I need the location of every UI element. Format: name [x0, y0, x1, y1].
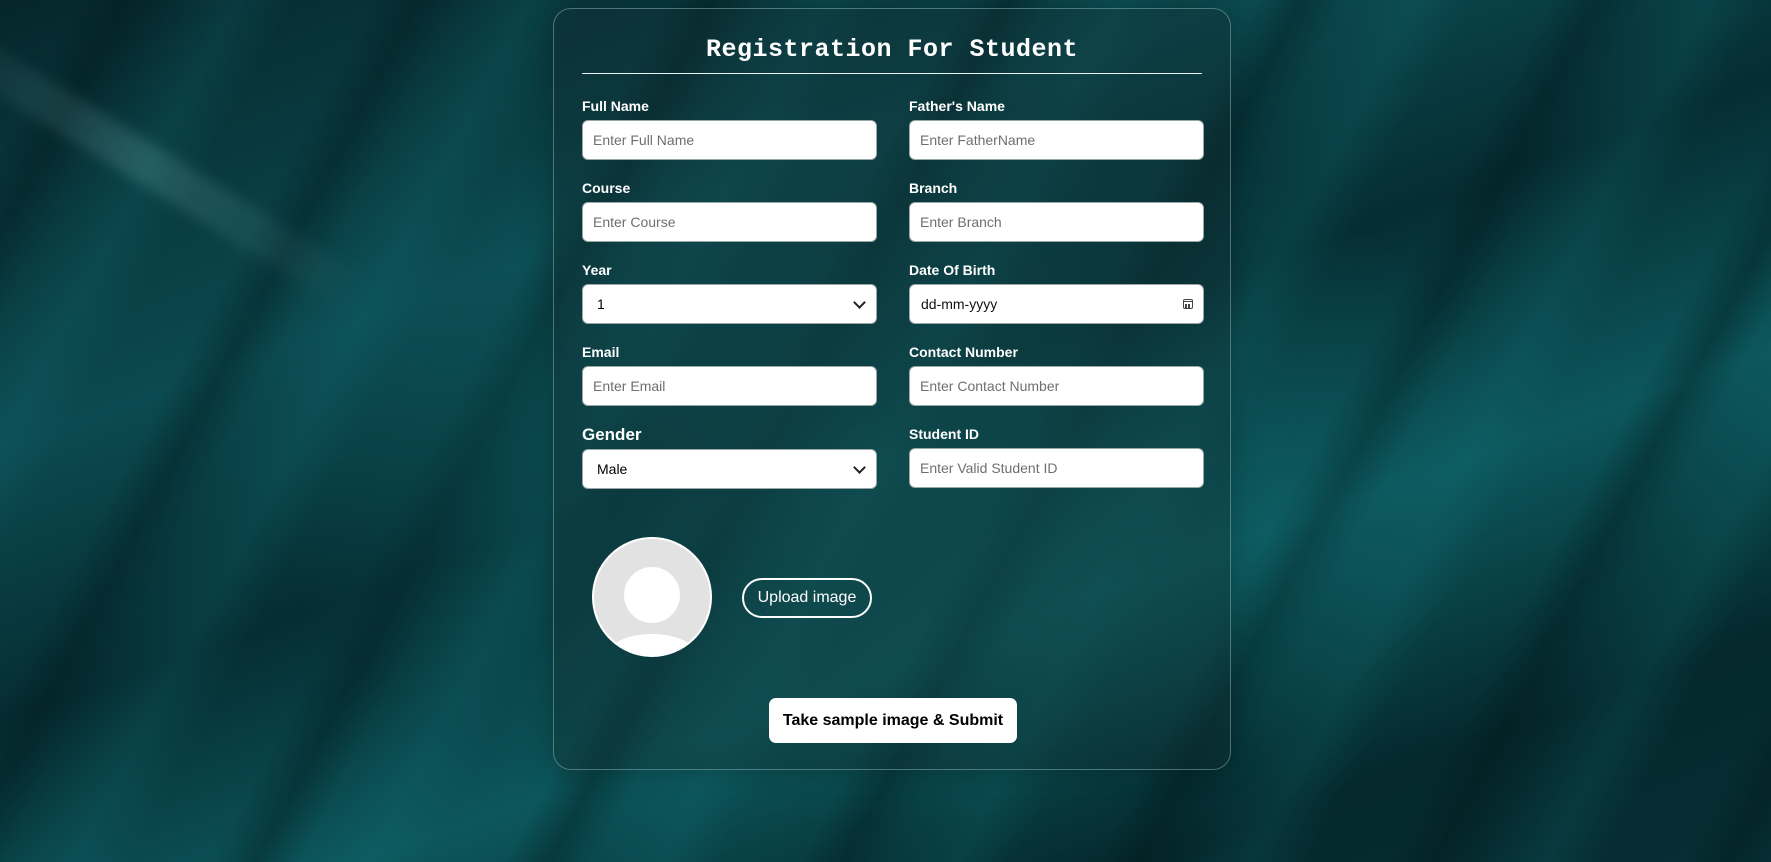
full-name-input[interactable]: [582, 120, 877, 160]
chevron-down-icon: [853, 295, 866, 309]
course-label: Course: [582, 180, 631, 196]
upload-image-button[interactable]: Upload image: [742, 578, 872, 618]
dob-group: Date Of Birth dd-mm-yyyy: [909, 262, 1204, 324]
student-id-input[interactable]: [909, 448, 1204, 488]
gender-select[interactable]: Male: [582, 449, 877, 489]
email-group: Email: [582, 344, 877, 406]
background-light-streak: [0, 5, 372, 315]
full-name-group: Full Name: [582, 98, 877, 160]
gender-group: Gender Male: [582, 425, 877, 489]
course-input[interactable]: [582, 202, 877, 242]
dob-value: dd-mm-yyyy: [921, 296, 998, 312]
avatar-silhouette-icon: [608, 567, 696, 655]
calendar-icon[interactable]: [1183, 299, 1193, 309]
year-label: Year: [582, 262, 612, 278]
dob-input[interactable]: dd-mm-yyyy: [909, 284, 1204, 324]
father-name-input[interactable]: [909, 120, 1204, 160]
branch-input[interactable]: [909, 202, 1204, 242]
chevron-down-icon: [853, 460, 866, 474]
student-id-label: Student ID: [909, 426, 979, 442]
dob-label: Date Of Birth: [909, 262, 996, 278]
branch-group: Branch: [909, 180, 1204, 242]
full-name-label: Full Name: [582, 98, 649, 114]
gender-selected-value: Male: [597, 461, 628, 477]
father-name-label: Father's Name: [909, 98, 1005, 114]
year-selected-value: 1: [597, 296, 605, 312]
user-avatar-placeholder-icon: [592, 537, 712, 657]
year-select[interactable]: 1: [582, 284, 877, 324]
branch-label: Branch: [909, 180, 958, 196]
father-name-group: Father's Name: [909, 98, 1204, 160]
contact-number-label: Contact Number: [909, 344, 1018, 360]
student-id-group: Student ID: [909, 426, 1204, 488]
contact-number-group: Contact Number: [909, 344, 1204, 406]
gender-label: Gender: [582, 425, 642, 444]
contact-number-input[interactable]: [909, 366, 1204, 406]
course-group: Course: [582, 180, 877, 242]
submit-button[interactable]: Take sample image & Submit: [769, 698, 1017, 743]
title-divider: [582, 73, 1202, 74]
year-group: Year 1: [582, 262, 877, 324]
email-label: Email: [582, 344, 620, 360]
form-title: Registration For Student: [705, 35, 1079, 64]
email-input[interactable]: [582, 366, 877, 406]
registration-card: Registration For Student Full Name Fathe…: [553, 8, 1231, 770]
